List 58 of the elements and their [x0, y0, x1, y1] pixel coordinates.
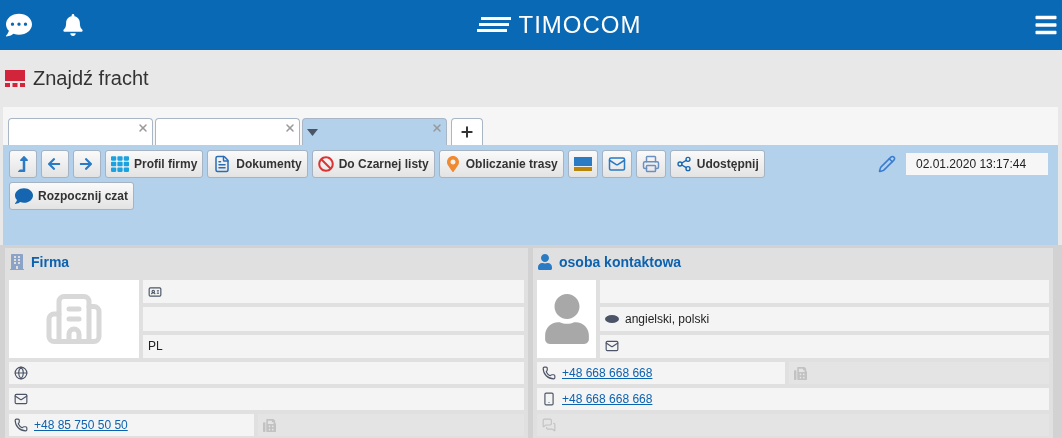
- add-tab-button[interactable]: [451, 118, 483, 145]
- toolbar-button[interactable]: Rozpocznij czat: [9, 182, 134, 210]
- timestamp: 02.01.2020 13:17:44: [906, 153, 1048, 175]
- panel-title: Firma: [31, 254, 70, 270]
- languages: angielski, polski: [625, 312, 710, 326]
- building-icon: [9, 254, 25, 270]
- pallet-icon: [5, 70, 25, 87]
- fax-icon: [794, 366, 807, 380]
- plus-icon: [459, 124, 475, 140]
- envelope-icon: [14, 392, 28, 406]
- toolbar-button[interactable]: Dokumenty: [207, 150, 308, 178]
- print-button[interactable]: [635, 150, 666, 178]
- fax-icon: [263, 418, 276, 432]
- phone-icon: [14, 418, 28, 432]
- forward-button[interactable]: [73, 150, 101, 178]
- envelope-icon: [605, 339, 619, 354]
- close-icon[interactable]: [137, 122, 149, 134]
- menu-icon[interactable]: [1034, 13, 1058, 37]
- mail-button[interactable]: [601, 150, 632, 178]
- phone-link[interactable]: +48 85 750 50 50: [34, 418, 128, 432]
- share-icon: [675, 156, 692, 172]
- brand-name: TIMOCOM: [518, 11, 642, 39]
- map-pin-icon: [444, 156, 461, 172]
- dropdown-icon: [307, 128, 318, 136]
- back-button[interactable]: [41, 150, 69, 178]
- speech-bubble-icon: [15, 187, 33, 205]
- pencil-icon: [878, 155, 896, 173]
- printer-icon: [641, 155, 660, 173]
- tiles-icon: [111, 155, 129, 173]
- document-icon: [213, 155, 232, 173]
- right-arrow-icon: [79, 157, 93, 171]
- phone-link[interactable]: +48 668 668 668: [562, 392, 653, 406]
- logo-icon: [476, 17, 511, 33]
- toolbar-button[interactable]: Do Czarnej listy: [311, 150, 435, 178]
- id-icon: [148, 284, 162, 299]
- prohibited-icon: [317, 156, 334, 172]
- close-icon[interactable]: [284, 122, 296, 134]
- left-arrow-icon: [47, 157, 61, 171]
- pallet-button[interactable]: [567, 150, 598, 178]
- person-icon: [537, 254, 553, 270]
- mobile-phone-icon: [542, 392, 556, 406]
- chat-icon: [6, 12, 32, 38]
- country-code: PL: [148, 339, 163, 354]
- phone-icon: [542, 366, 556, 380]
- speech-bubbles-icon: [542, 418, 556, 432]
- toolbar-button[interactable]: Obliczanie trasy: [438, 150, 564, 178]
- pallet-icon: [573, 157, 592, 171]
- globe-icon: [14, 366, 28, 380]
- phone-link[interactable]: +48 668 668 668: [562, 366, 653, 380]
- envelope-icon: [607, 155, 626, 173]
- curved-arrow-icon: [15, 156, 31, 172]
- toolbar-button[interactable]: Profil firmy: [105, 150, 204, 178]
- toolbar-button[interactable]: Udostępnij: [669, 150, 765, 178]
- bell-icon: [62, 14, 84, 36]
- panel-title: osoba kontaktowa: [559, 254, 682, 270]
- up-button[interactable]: [9, 150, 37, 178]
- page-title: Znajdź fracht: [33, 67, 149, 90]
- lips-icon: [605, 315, 619, 323]
